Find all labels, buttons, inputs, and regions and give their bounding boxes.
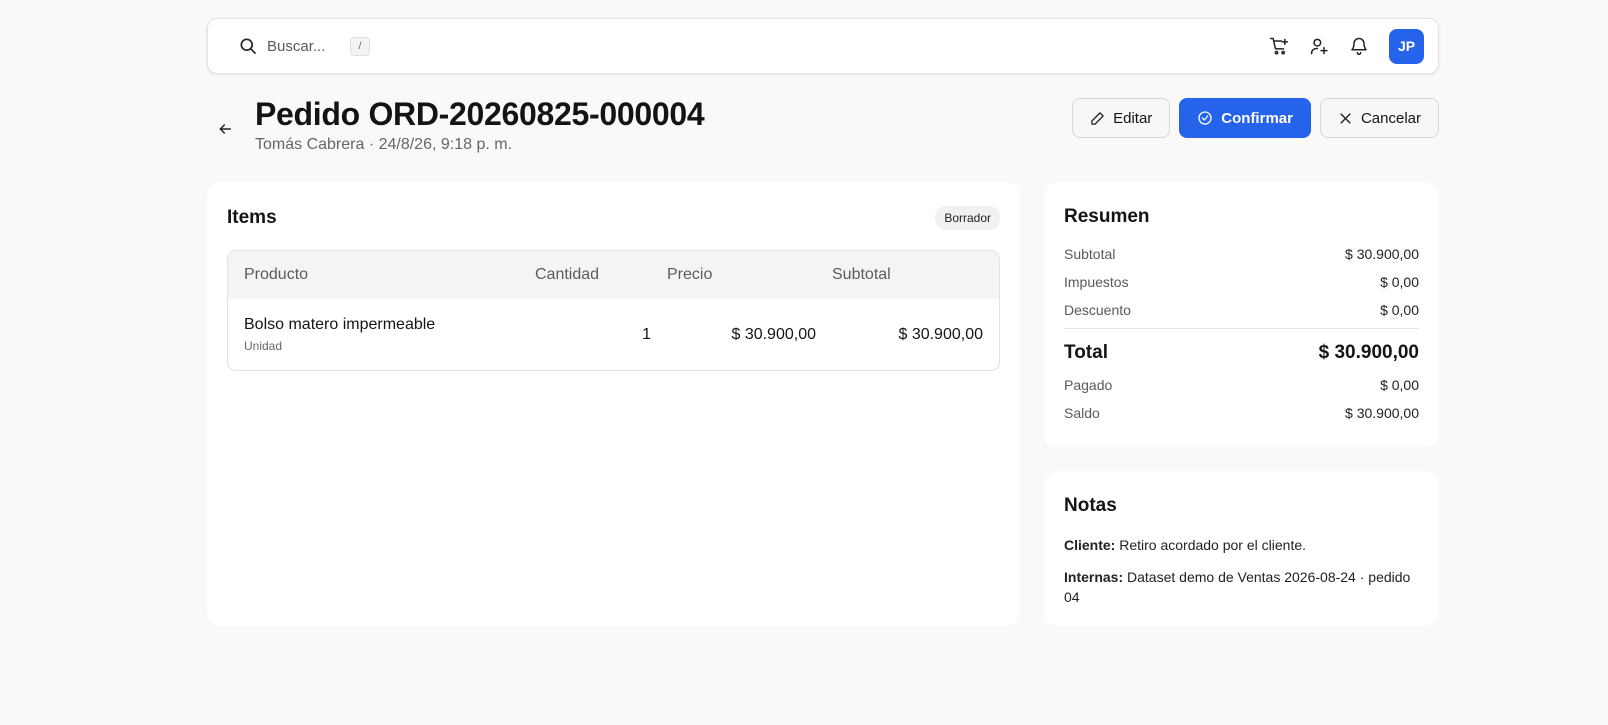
search-box[interactable]: / — [238, 36, 370, 56]
confirm-button-label: Confirmar — [1221, 109, 1293, 127]
summary-balance-value: $ 30.900,00 — [1345, 405, 1419, 421]
summary-subtotal-value: $ 30.900,00 — [1345, 246, 1419, 262]
close-icon — [1338, 111, 1353, 126]
notes-card: Notas Cliente: Retiro acordado por el cl… — [1044, 471, 1439, 626]
summary-discount-value: $ 0,00 — [1380, 302, 1419, 318]
status-badge: Borrador — [935, 206, 1000, 230]
items-title: Items — [227, 207, 277, 228]
summary-discount: Descuento $ 0,00 — [1064, 296, 1419, 324]
summary-subtotal-label: Subtotal — [1064, 246, 1116, 262]
cancel-button[interactable]: Cancelar — [1319, 98, 1439, 138]
table-row: Bolso matero impermeable Unidad 1 $ 30.9… — [228, 299, 999, 370]
client-note-label: Cliente: — [1064, 537, 1116, 553]
column-header-product: Producto — [244, 266, 309, 283]
search-icon — [238, 36, 258, 56]
summary-balance-label: Saldo — [1064, 405, 1100, 421]
client-note-text: Retiro acordado por el cliente. — [1115, 537, 1307, 553]
search-input[interactable] — [267, 37, 339, 55]
summary-taxes-value: $ 0,00 — [1380, 274, 1419, 290]
avatar[interactable]: JP — [1389, 28, 1424, 64]
search-shortcut-hint: / — [350, 36, 370, 56]
pencil-icon — [1090, 111, 1105, 126]
summary-paid-label: Pagado — [1064, 377, 1113, 393]
items-card: Items Borrador Producto Cantidad Precio … — [207, 182, 1020, 626]
summary-paid-value: $ 0,00 — [1380, 377, 1419, 393]
edit-button[interactable]: Editar — [1072, 98, 1171, 138]
column-header-quantity: Cantidad — [535, 266, 600, 283]
page-title: Pedido ORD-20260825-000004 — [255, 96, 705, 132]
column-header-price: Precio — [667, 266, 713, 283]
product-unit: Unidad — [244, 339, 283, 353]
notes-title: Notas — [1064, 495, 1117, 516]
edit-button-label: Editar — [1113, 109, 1153, 127]
summary-taxes-label: Impuestos — [1064, 274, 1129, 290]
summary-paid: Pagado $ 0,00 — [1064, 371, 1419, 399]
summary-title: Resumen — [1064, 206, 1150, 227]
internal-note-label: Internas: — [1064, 569, 1124, 585]
summary-divider — [1064, 328, 1419, 329]
confirm-button[interactable]: Confirmar — [1179, 98, 1311, 138]
table-header: Producto Cantidad Precio Subtotal — [228, 251, 999, 299]
summary-discount-label: Descuento — [1064, 302, 1131, 318]
summary-total: Total $ 30.900,00 — [1064, 335, 1419, 371]
client-note: Cliente: Retiro acordado por el cliente. — [1064, 535, 1419, 555]
cart-plus-icon[interactable] — [1267, 34, 1291, 58]
check-circle-icon — [1197, 110, 1213, 126]
cancel-button-label: Cancelar — [1360, 109, 1421, 127]
items-table: Producto Cantidad Precio Subtotal Bolso … — [227, 250, 1000, 371]
summary-total-value: $ 30.900,00 — [1318, 342, 1419, 363]
back-arrow-icon[interactable] — [214, 118, 236, 140]
summary-total-label: Total — [1064, 342, 1108, 363]
column-header-subtotal: Subtotal — [832, 266, 891, 283]
bell-icon[interactable] — [1347, 34, 1371, 58]
summary-balance: Saldo $ 30.900,00 — [1064, 399, 1419, 427]
product-name: Bolso matero impermeable — [244, 316, 436, 333]
top-bar: / JP — [207, 18, 1439, 74]
order-actions: Editar Confirmar Cancelar — [1072, 98, 1439, 138]
internal-note: Internas: Dataset demo de Ventas 2026-08… — [1064, 567, 1419, 607]
summary-taxes: Impuestos $ 0,00 — [1064, 268, 1419, 296]
summary-subtotal: Subtotal $ 30.900,00 — [1064, 240, 1419, 268]
row-quantity: 1 — [642, 325, 651, 343]
page-subtitle: Tomás Cabrera · 24/8/26, 9:18 p. m. — [255, 136, 513, 153]
row-price: $ 30.900,00 — [731, 325, 816, 343]
summary-card: Resumen Subtotal $ 30.900,00 Impuestos $… — [1044, 182, 1439, 447]
user-plus-icon[interactable] — [1307, 34, 1331, 58]
row-subtotal: $ 30.900,00 — [898, 325, 983, 343]
